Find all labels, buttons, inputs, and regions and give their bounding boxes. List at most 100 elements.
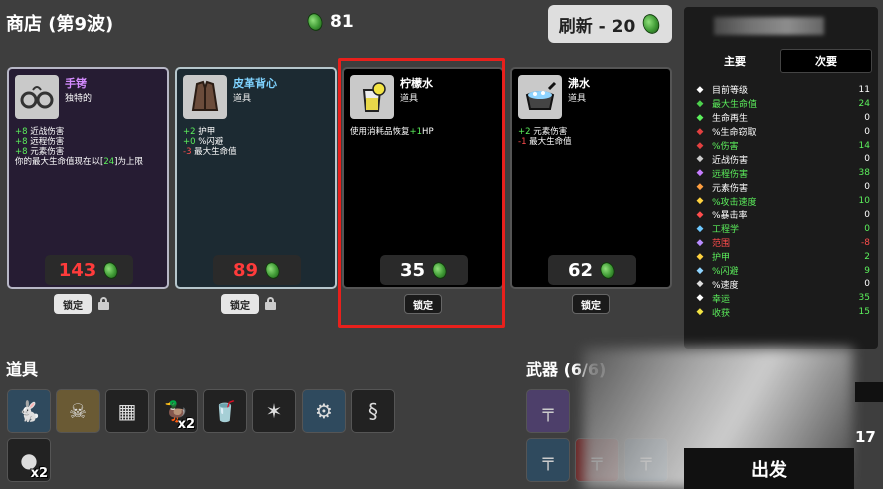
stat-row: ◆ %速度 0: [694, 277, 870, 291]
stats-panel: 主要 次要 ◆ 目前等级 11 ◆ 最大生命值 24 ◆ 生命再生 0 ◆ %生命窃取 0 ◆ %伤害 14…: [684, 7, 878, 349]
harvest-icon: ◆: [696, 307, 704, 318]
vest-icon: ▦: [117, 399, 137, 423]
price-tag[interactable]: 143: [45, 255, 133, 285]
stat-value: -8: [861, 237, 870, 248]
mask-icon: ☠: [69, 399, 87, 423]
inventory-item-slot[interactable]: ✶: [252, 389, 296, 433]
stat-list: ◆ 目前等级 11 ◆ 最大生命值 24 ◆ 生命再生 0 ◆ %生命窃取 0 ◆ %伤害 14 ◆ 近战伤害 0…: [694, 83, 870, 319]
stat-label: %生命窃取: [712, 128, 757, 139]
rabbit-icon: 🐇: [16, 399, 42, 423]
shop-card-leather-vest[interactable]: 皮革背心 道具 +2 护甲 +0 %闪避 -3 最大生命值 89: [175, 67, 337, 289]
item-name: 沸水: [568, 77, 590, 90]
thorn-icon: ✶: [265, 399, 283, 423]
stat-row: ◆ 幸运 35: [694, 291, 870, 305]
stat-value: 2: [864, 251, 870, 262]
stat-label: 元素伤害: [712, 183, 749, 194]
stat-row: ◆ 目前等级 11: [694, 83, 870, 97]
padlock-icon: [265, 297, 276, 310]
stat-row: ◆ 近战伤害 0: [694, 152, 870, 166]
range-icon: ◆: [696, 237, 704, 248]
attack-speed-icon: ◆: [696, 196, 704, 207]
stat-value: 0: [864, 182, 870, 193]
item-type: 独特的: [65, 94, 93, 104]
lock-button[interactable]: 锁定: [221, 294, 259, 314]
stat-value: 35: [858, 293, 870, 304]
inventory-item-slot[interactable]: ▦: [105, 389, 149, 433]
item-type: 道具: [568, 94, 587, 104]
blurred-character-name: [714, 17, 824, 35]
selection-highlight: [338, 58, 505, 328]
padlock-icon: [98, 297, 109, 310]
tab-primary[interactable]: 主要: [690, 49, 780, 73]
stat-value: 38: [858, 168, 870, 179]
stat-row: ◆ 工程学 0: [694, 222, 870, 236]
item-stats: +8 近战伤害 +8 远程伤害 +8 元素伤害 你的最大生命值现在以[24]为上…: [15, 127, 143, 167]
stat-label: 范围: [712, 239, 731, 250]
stat-value: 0: [864, 223, 870, 234]
stat-label: 最大生命值: [712, 100, 758, 111]
side-number: 17: [855, 428, 876, 446]
inventory-item-slot[interactable]: ● x2: [7, 438, 51, 482]
shop-card-handcuffs[interactable]: 手铐 独特的 +8 近战伤害 +8 远程伤害 +8 元素伤害 你的最大生命值现在…: [7, 67, 169, 289]
stat-row: ◆ %闪避 9: [694, 264, 870, 278]
items-section-title: 道具: [6, 360, 39, 379]
bone-icon: ⚙: [315, 399, 333, 423]
item-name: 皮革背心: [233, 77, 277, 90]
stat-label: 工程学: [712, 225, 740, 236]
stat-value: 0: [864, 126, 870, 137]
inventory-item-slot[interactable]: 🥤: [203, 389, 247, 433]
elemental-icon: ◆: [696, 182, 704, 193]
price-tag[interactable]: 62: [548, 255, 636, 285]
weapon-slot[interactable]: ╤: [526, 389, 570, 433]
stat-label: 幸运: [712, 294, 731, 305]
inventory-item-slot[interactable]: ☠: [56, 389, 100, 433]
shop-card-boiling-water[interactable]: 沸水 道具 +2 元素伤害 -1 最大生命值 62: [510, 67, 672, 289]
side-panel-box: [855, 382, 883, 402]
stat-row: ◆ %暴击率 0: [694, 208, 870, 222]
stat-value: 0: [864, 154, 870, 165]
stat-row: ◆ %攻击速度 10: [694, 194, 870, 208]
stat-label: 生命再生: [712, 114, 749, 125]
price-tag[interactable]: 89: [213, 255, 301, 285]
stat-row: ◆ %伤害 14: [694, 139, 870, 153]
stat-row: ◆ 生命再生 0: [694, 111, 870, 125]
lifesteal-icon: ◆: [696, 126, 704, 137]
stat-value: 15: [858, 307, 870, 318]
item-quantity: x2: [30, 466, 48, 481]
tab-secondary[interactable]: 次要: [780, 49, 872, 73]
stat-label: 护甲: [712, 253, 731, 264]
item-name: 手铐: [65, 77, 87, 90]
stat-row: ◆ 范围 -8: [694, 236, 870, 250]
stat-row: ◆ 护甲 2: [694, 250, 870, 264]
stat-value: 0: [864, 112, 870, 123]
refresh-button[interactable]: 刷新 - 20: [548, 5, 672, 43]
handcuffs-icon: [15, 75, 59, 119]
tentacle-icon: §: [368, 399, 378, 423]
weapon-slot[interactable]: ╤: [526, 438, 570, 482]
stat-label: %攻击速度: [712, 197, 757, 208]
materials-counter: 81: [305, 11, 354, 33]
go-button[interactable]: 出发: [684, 448, 854, 489]
stat-value: 9: [864, 265, 870, 276]
item-quantity: x2: [177, 417, 195, 432]
stat-value: 0: [864, 279, 870, 290]
luck-icon: ◆: [696, 293, 704, 304]
inventory-item-slot[interactable]: 🦆 x2: [154, 389, 198, 433]
item-stats: +2 元素伤害 -1 最大生命值: [518, 127, 572, 147]
speed-icon: ◆: [696, 279, 704, 290]
engineering-icon: ◆: [696, 223, 704, 234]
stats-tabs: 主要 次要: [690, 49, 872, 73]
crit-icon: ◆: [696, 209, 704, 220]
damage-icon: ◆: [696, 140, 704, 151]
inventory-item-slot[interactable]: §: [351, 389, 395, 433]
material-coin-icon: [305, 11, 325, 33]
stat-value: 0: [864, 209, 870, 220]
heart-icon: ◆: [696, 98, 704, 109]
inventory-item-slot[interactable]: ⚙: [302, 389, 346, 433]
leather-vest-icon: [183, 75, 227, 119]
inventory-item-slot[interactable]: 🐇: [7, 389, 51, 433]
lock-button[interactable]: 锁定: [572, 294, 610, 314]
stat-label: %伤害: [712, 142, 739, 152]
stat-label: %暴击率: [712, 211, 748, 222]
lock-button[interactable]: 锁定: [54, 294, 92, 314]
